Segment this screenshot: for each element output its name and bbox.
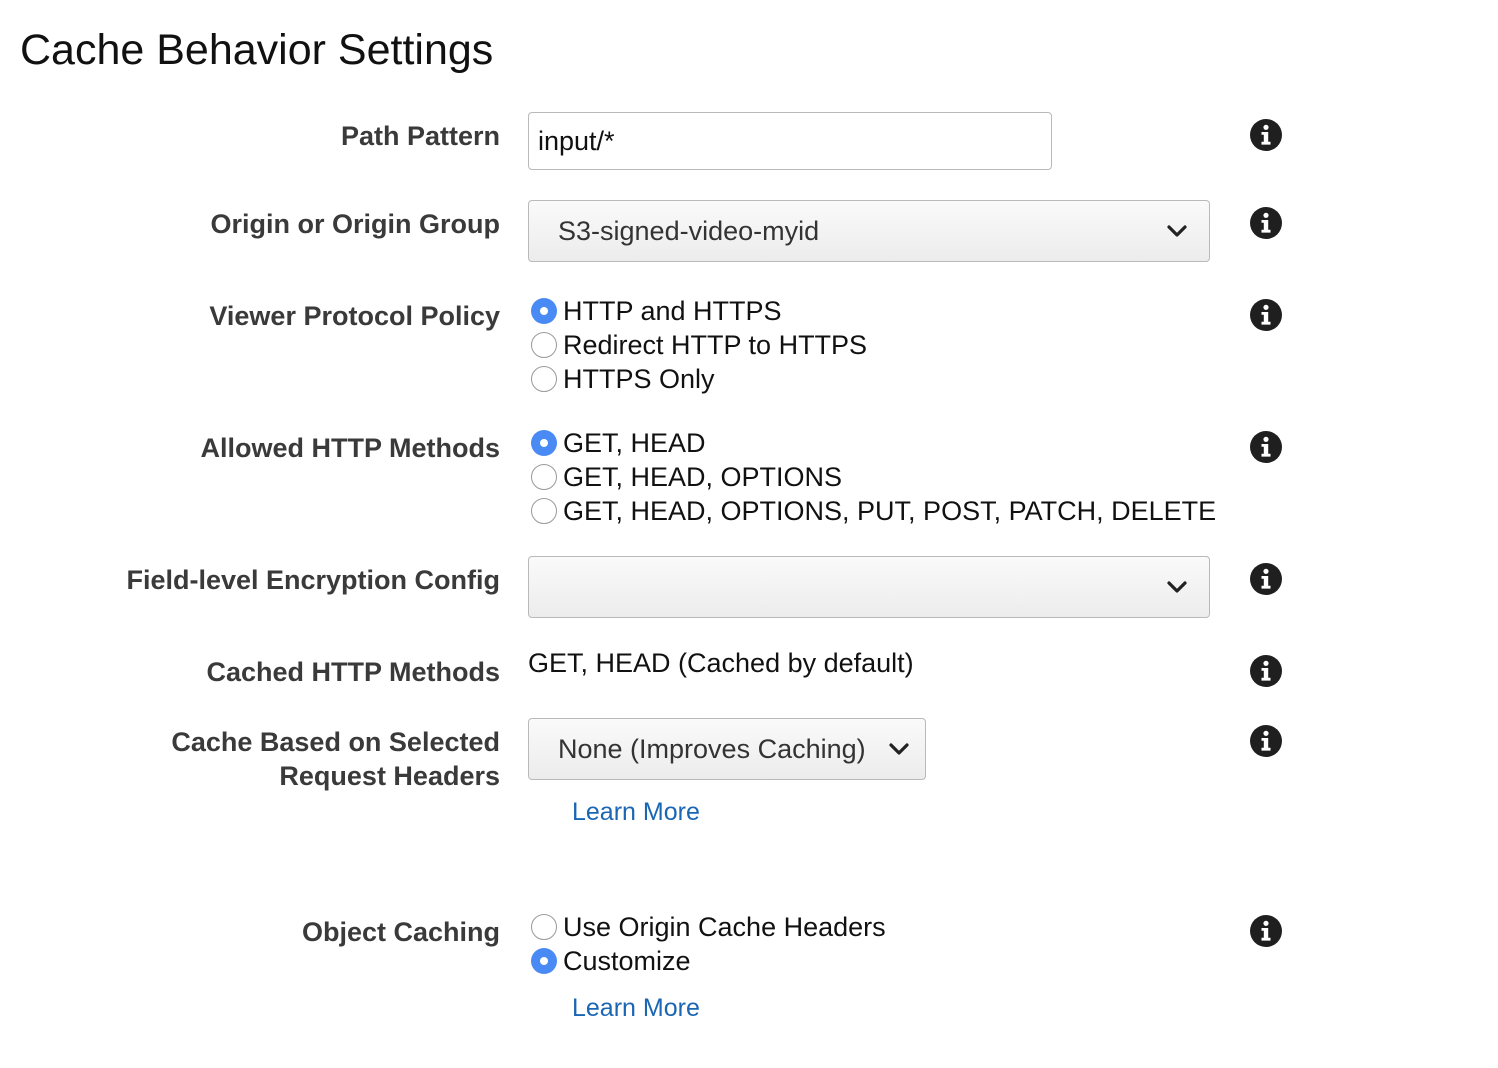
field-encryption-label: Field-level Encryption Config <box>126 565 500 595</box>
viewer-protocol-option[interactable]: HTTP and HTTPS <box>531 294 867 328</box>
info-icon[interactable] <box>1250 655 1282 687</box>
viewer-protocol-option[interactable]: Redirect HTTP to HTTPS <box>531 328 867 362</box>
cache-headers-label: Cache Based on Selected Request Headers <box>171 725 500 793</box>
cache-headers-label-line2: Request Headers <box>279 761 500 791</box>
cached-methods-value: GET, HEAD (Cached by default) <box>528 648 914 678</box>
info-icon[interactable] <box>1250 915 1282 947</box>
allowed-methods-option-label: GET, HEAD, OPTIONS <box>563 461 843 492</box>
path-pattern-label: Path Pattern <box>340 121 500 151</box>
allowed-methods-option[interactable]: GET, HEAD, OPTIONS, PUT, POST, PATCH, DE… <box>531 494 1216 528</box>
object-caching-radio-group: Use Origin Cache Headers Customize <box>531 910 886 978</box>
radio-button[interactable] <box>531 366 557 392</box>
info-icon[interactable] <box>1250 563 1282 595</box>
radio-button-selected[interactable] <box>531 298 557 324</box>
cache-headers-select-value: None (Improves Caching) <box>558 733 866 764</box>
object-caching-option[interactable]: Use Origin Cache Headers <box>531 910 886 944</box>
radio-button-selected[interactable] <box>531 430 557 456</box>
info-icon[interactable] <box>1250 431 1282 463</box>
viewer-protocol-option-label: HTTPS Only <box>563 363 715 394</box>
object-caching-option-label: Use Origin Cache Headers <box>563 911 886 942</box>
origin-select-value: S3-signed-video-myid <box>558 215 820 246</box>
origin-label: Origin or Origin Group <box>210 209 501 239</box>
allowed-methods-option-label: GET, HEAD <box>563 427 706 458</box>
chevron-down-icon <box>1167 581 1187 593</box>
allowed-methods-option[interactable]: GET, HEAD <box>531 426 1216 460</box>
chevron-down-icon <box>1167 225 1187 237</box>
radio-button[interactable] <box>531 914 557 940</box>
cached-methods-label: Cached HTTP Methods <box>206 657 500 687</box>
allowed-methods-label: Allowed HTTP Methods <box>200 433 500 463</box>
chevron-down-icon <box>889 743 909 755</box>
object-caching-option-label: Customize <box>563 945 691 976</box>
info-icon[interactable] <box>1250 725 1282 757</box>
viewer-protocol-option-label: HTTP and HTTPS <box>563 295 782 326</box>
radio-button[interactable] <box>531 498 557 524</box>
cache-headers-learn-more-link[interactable]: Learn More <box>572 798 700 827</box>
viewer-protocol-label: Viewer Protocol Policy <box>209 301 500 331</box>
origin-select[interactable]: S3-signed-video-myid <box>528 200 1210 262</box>
field-encryption-select[interactable] <box>528 556 1210 618</box>
radio-button[interactable] <box>531 332 557 358</box>
viewer-protocol-option-label: Redirect HTTP to HTTPS <box>563 329 868 360</box>
allowed-methods-radio-group: GET, HEAD GET, HEAD, OPTIONS GET, HEAD, … <box>531 426 1216 528</box>
viewer-protocol-option[interactable]: HTTPS Only <box>531 362 867 396</box>
object-caching-learn-more-link[interactable]: Learn More <box>572 994 700 1023</box>
radio-button[interactable] <box>531 464 557 490</box>
object-caching-option[interactable]: Customize <box>531 944 886 978</box>
object-caching-label: Object Caching <box>301 917 500 947</box>
allowed-methods-option[interactable]: GET, HEAD, OPTIONS <box>531 460 1216 494</box>
cache-headers-label-line1: Cache Based on Selected <box>171 727 500 757</box>
info-icon[interactable] <box>1250 119 1282 151</box>
path-pattern-input[interactable] <box>528 112 1052 170</box>
allowed-methods-option-label: GET, HEAD, OPTIONS, PUT, POST, PATCH, DE… <box>563 495 1217 526</box>
info-icon[interactable] <box>1250 299 1282 331</box>
info-icon[interactable] <box>1250 207 1282 239</box>
cache-headers-select[interactable]: None (Improves Caching) <box>528 718 926 780</box>
page-title: Cache Behavior Settings <box>20 26 494 74</box>
radio-button-selected[interactable] <box>531 948 557 974</box>
viewer-protocol-radio-group: HTTP and HTTPS Redirect HTTP to HTTPS HT… <box>531 294 867 396</box>
